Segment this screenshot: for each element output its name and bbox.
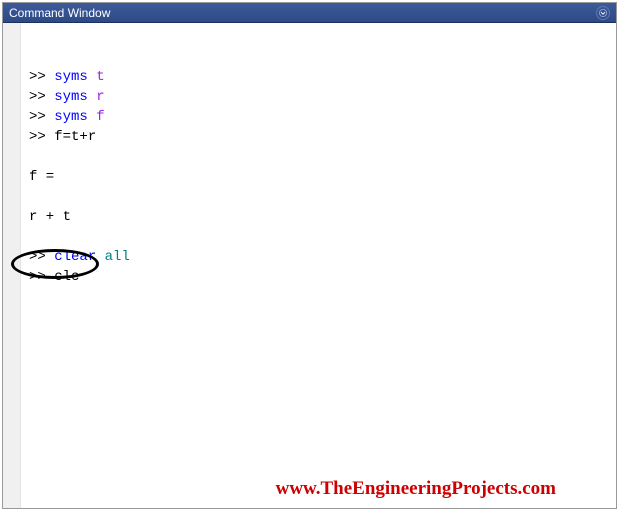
chevron-down-icon	[599, 9, 607, 17]
minimize-dropdown-button[interactable]	[596, 6, 610, 20]
code-token: f=t+r	[54, 129, 96, 145]
prompt: >>	[29, 269, 54, 285]
code-line: >> syms r	[29, 87, 608, 107]
code-line: r + t	[29, 207, 608, 227]
window-title: Command Window	[9, 6, 110, 20]
code-token	[29, 229, 37, 245]
prompt: >>	[29, 109, 54, 125]
code-token: t	[96, 69, 104, 85]
code-line: >> syms f	[29, 107, 608, 127]
code-token: clear	[54, 249, 104, 265]
code-token: f =	[29, 169, 54, 185]
prompt: >>	[29, 69, 54, 85]
watermark-text: www.TheEngineeringProjects.com	[276, 478, 556, 500]
code-line: f =	[29, 167, 608, 187]
code-line	[29, 227, 608, 247]
code-line: >> clc	[29, 267, 608, 287]
code-line: >> syms t	[29, 67, 608, 87]
code-token: syms	[54, 69, 96, 85]
code-line: >> f=t+r	[29, 127, 608, 147]
code-token: syms	[54, 89, 96, 105]
code-token: clc	[54, 269, 79, 285]
prompt: >>	[29, 89, 54, 105]
code-token: all	[105, 249, 130, 265]
code-line	[29, 187, 608, 207]
code-line: >> clear all	[29, 247, 608, 267]
code-token: f	[96, 109, 104, 125]
prompt: >>	[29, 249, 54, 265]
code-token	[29, 149, 37, 165]
code-token	[29, 189, 37, 205]
code-area[interactable]: >> syms t>> syms r>> syms f>> f=t+r f = …	[21, 23, 616, 508]
titlebar: Command Window	[3, 3, 616, 23]
code-token: syms	[54, 109, 96, 125]
code-token: r + t	[29, 209, 71, 225]
code-token: r	[96, 89, 104, 105]
content-area: >> syms t>> syms r>> syms f>> f=t+r f = …	[3, 23, 616, 508]
command-window: Command Window >> syms t>> syms r>> syms…	[2, 2, 617, 509]
gutter	[3, 23, 21, 508]
code-line	[29, 147, 608, 167]
prompt: >>	[29, 129, 54, 145]
